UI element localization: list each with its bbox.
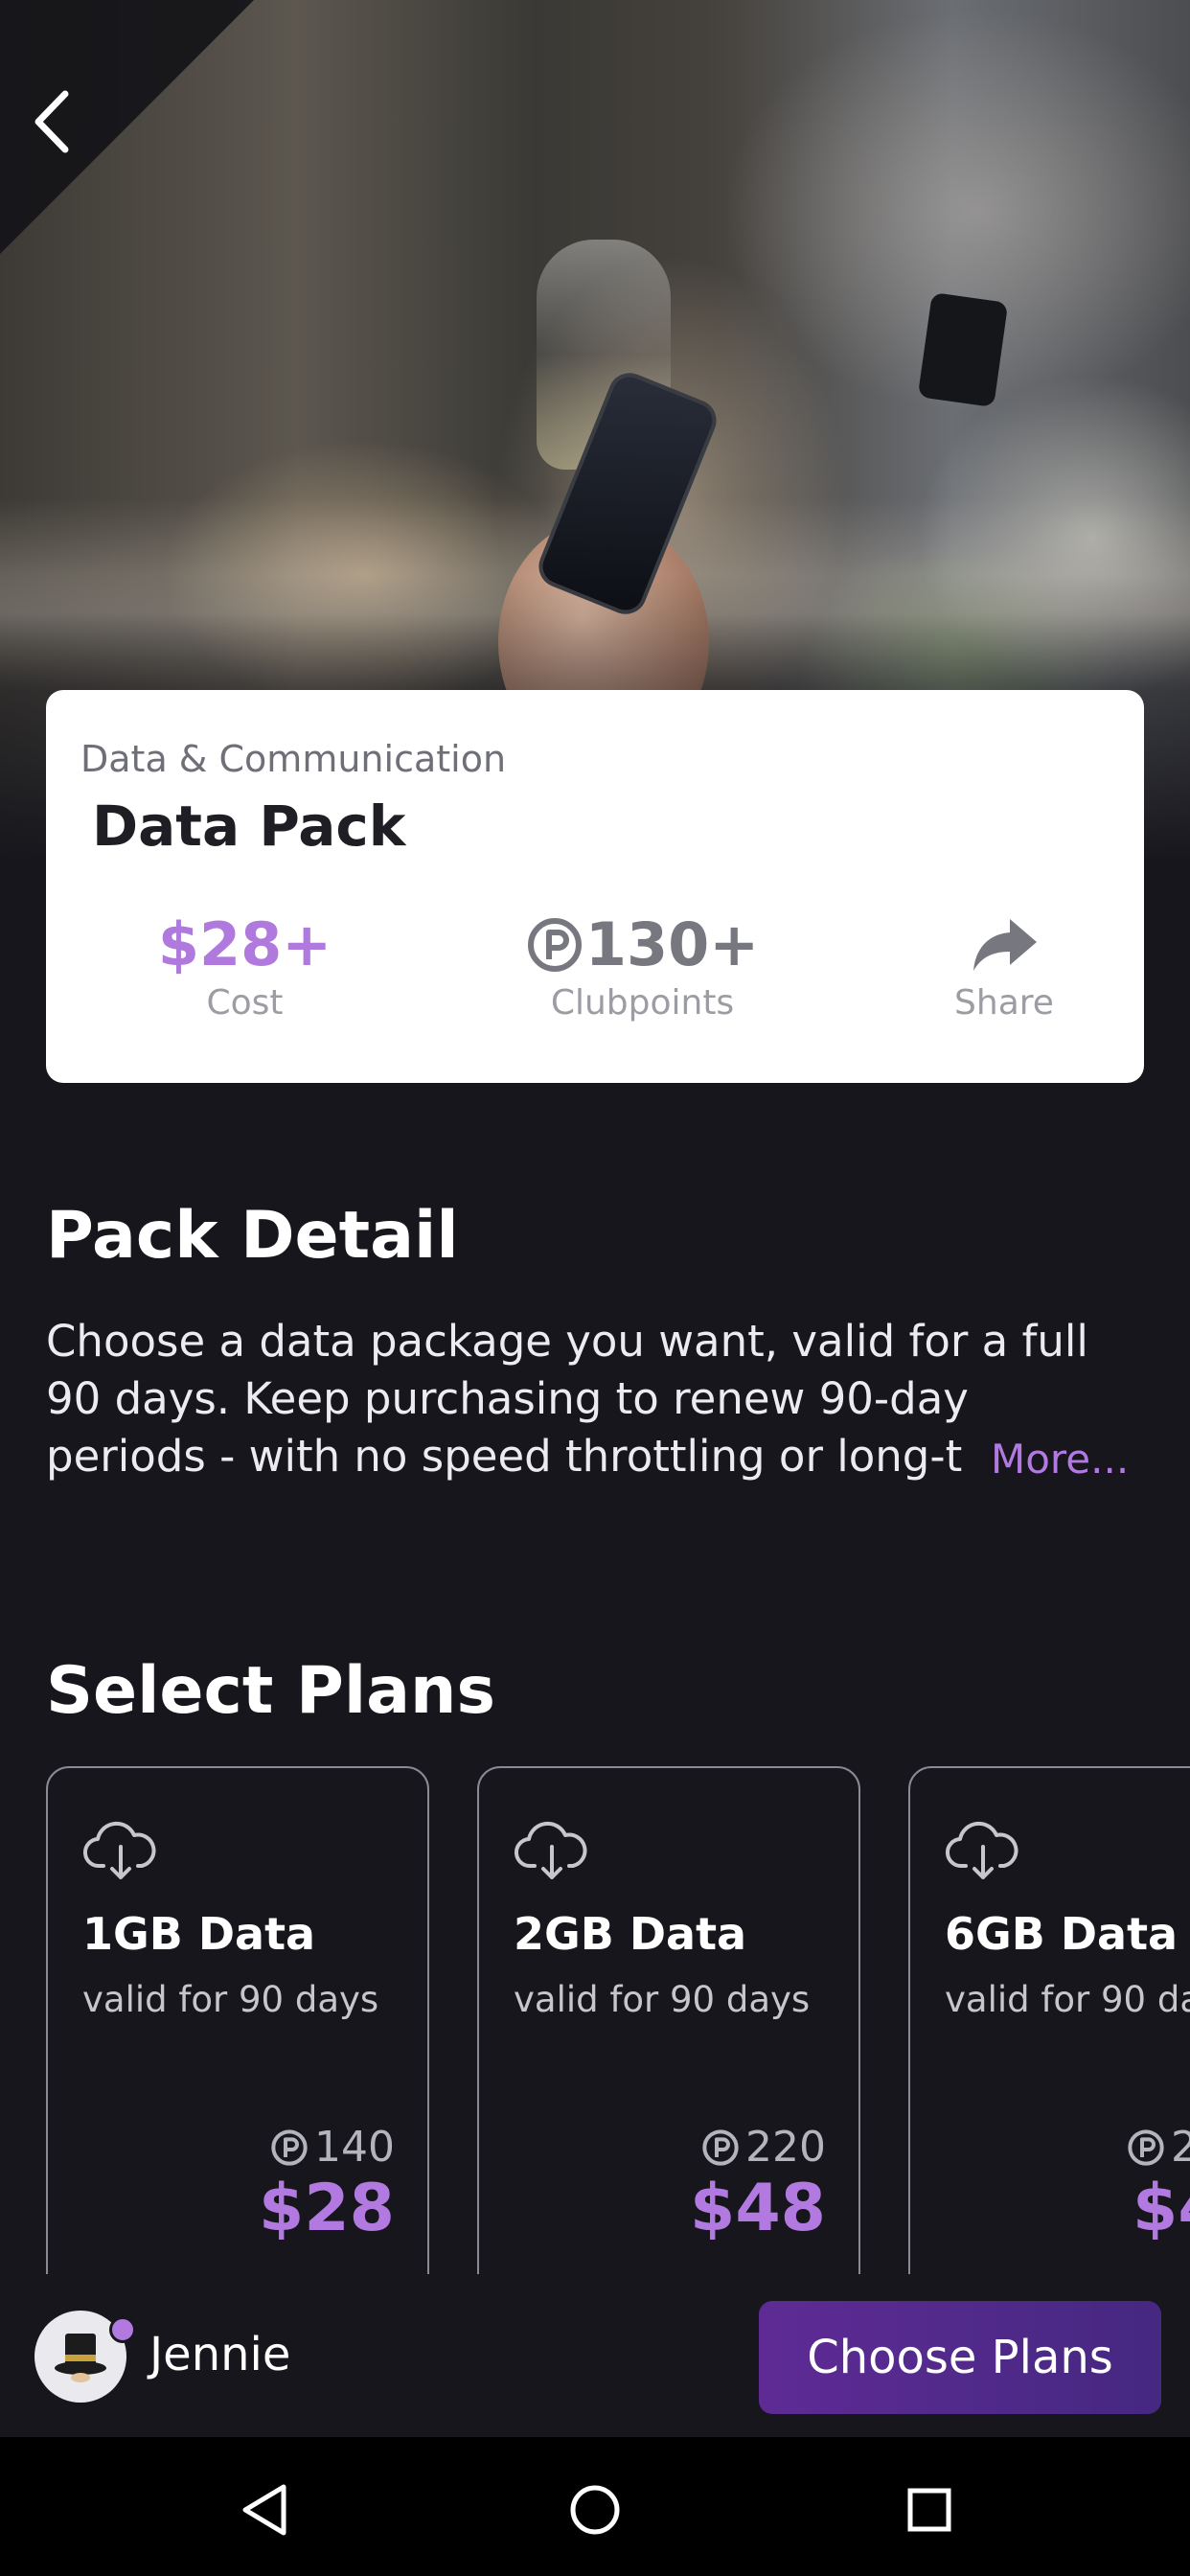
cost-value: $28+: [157, 909, 332, 979]
plan-validity: valid for 90 days: [82, 1979, 379, 2020]
cloud-download-icon: [945, 1821, 1018, 1879]
system-back-button[interactable]: [226, 2472, 303, 2548]
choose-plans-button[interactable]: Choose Plans: [759, 2301, 1161, 2414]
share-label: Share: [954, 983, 1054, 1023]
clubpoints-label: Clubpoints: [550, 983, 735, 1023]
system-navigation-bar: [0, 2437, 1190, 2576]
plan-validity: valid for 90 days: [945, 1979, 1190, 2020]
plan-card-2gb[interactable]: 2GB Data valid for 90 days 220 $48: [477, 1766, 860, 2274]
plan-points-value: 140: [314, 2123, 395, 2172]
triangle-back-icon: [242, 2484, 286, 2536]
notification-dot: [109, 2316, 136, 2343]
product-info-card: Data & Communication Data Pack $28+ Cost…: [46, 690, 1144, 1083]
cloud-download-icon: [514, 1821, 587, 1879]
select-plans-heading: Select Plans: [46, 1653, 495, 1729]
system-recents-button[interactable]: [891, 2472, 968, 2548]
cost-stat: $28+ Cost: [113, 909, 377, 1024]
product-category: Data & Communication: [80, 738, 507, 780]
clubpoints-coin-icon: [1128, 2128, 1164, 2166]
circle-home-icon: [570, 2485, 620, 2535]
cloud-download-icon: [82, 1821, 156, 1879]
system-home-button[interactable]: [557, 2472, 633, 2548]
plan-card-1gb[interactable]: 1GB Data valid for 90 days 140 $28: [46, 1766, 429, 2274]
chevron-left-icon: [34, 90, 69, 153]
plan-name: 2GB Data: [514, 1908, 747, 1960]
pack-detail-heading: Pack Detail: [46, 1198, 459, 1274]
plan-price: $4: [1133, 2171, 1190, 2246]
plans-carousel[interactable]: 1GB Data valid for 90 days 140 $28 2GB D…: [0, 1766, 1190, 2274]
plan-price: $48: [690, 2171, 826, 2246]
screen: Data & Communication Data Pack $28+ Cost…: [0, 0, 1190, 2576]
user-name: Jennie: [149, 2328, 291, 2381]
share-arrow-icon: [973, 919, 1037, 971]
cost-label: Cost: [206, 983, 284, 1023]
plan-points: 2: [1127, 2123, 1190, 2172]
plan-name: 6GB Data: [945, 1908, 1179, 1960]
pack-description: Choose a data package you want, valid fo…: [46, 1313, 1138, 1485]
plan-validity: valid for 90 days: [514, 1979, 811, 2020]
more-link[interactable]: More...: [991, 1436, 1129, 1483]
share-button[interactable]: Share: [918, 910, 1090, 1023]
plan-points-value: 2: [1171, 2123, 1190, 2172]
clubpoints-stat: 130+ Clubpoints: [477, 910, 808, 1023]
clubpoints-coin-icon: [271, 2128, 308, 2166]
square-recents-icon: [907, 2488, 951, 2532]
bottom-action-bar: Jennie Choose Plans: [0, 2274, 1190, 2437]
back-button[interactable]: [21, 79, 82, 165]
plan-points-value: 220: [745, 2123, 826, 2172]
plan-points: 140: [270, 2123, 395, 2172]
plan-card-6gb[interactable]: 6GB Data valid for 90 days 2 $4: [908, 1766, 1190, 2274]
pack-description-line: Choose a data package you want, valid fo…: [46, 1316, 1088, 1367]
plan-name: 1GB Data: [82, 1908, 316, 1960]
plan-price: $28: [259, 2171, 395, 2246]
pack-description-line: 90 days. Keep purchasing to renew 90-day: [46, 1373, 969, 1424]
clubpoints-value: 130+: [584, 909, 760, 979]
product-title: Data Pack: [92, 794, 406, 859]
top-hat-avatar-icon: [55, 2334, 106, 2382]
clubpoints-coin-icon: [527, 918, 582, 972]
background-phone: [917, 291, 1009, 408]
plan-points: 220: [701, 2123, 826, 2172]
clubpoints-coin-icon: [702, 2128, 739, 2166]
pack-description-line: periods - with no speed throttling or lo…: [46, 1431, 963, 1482]
